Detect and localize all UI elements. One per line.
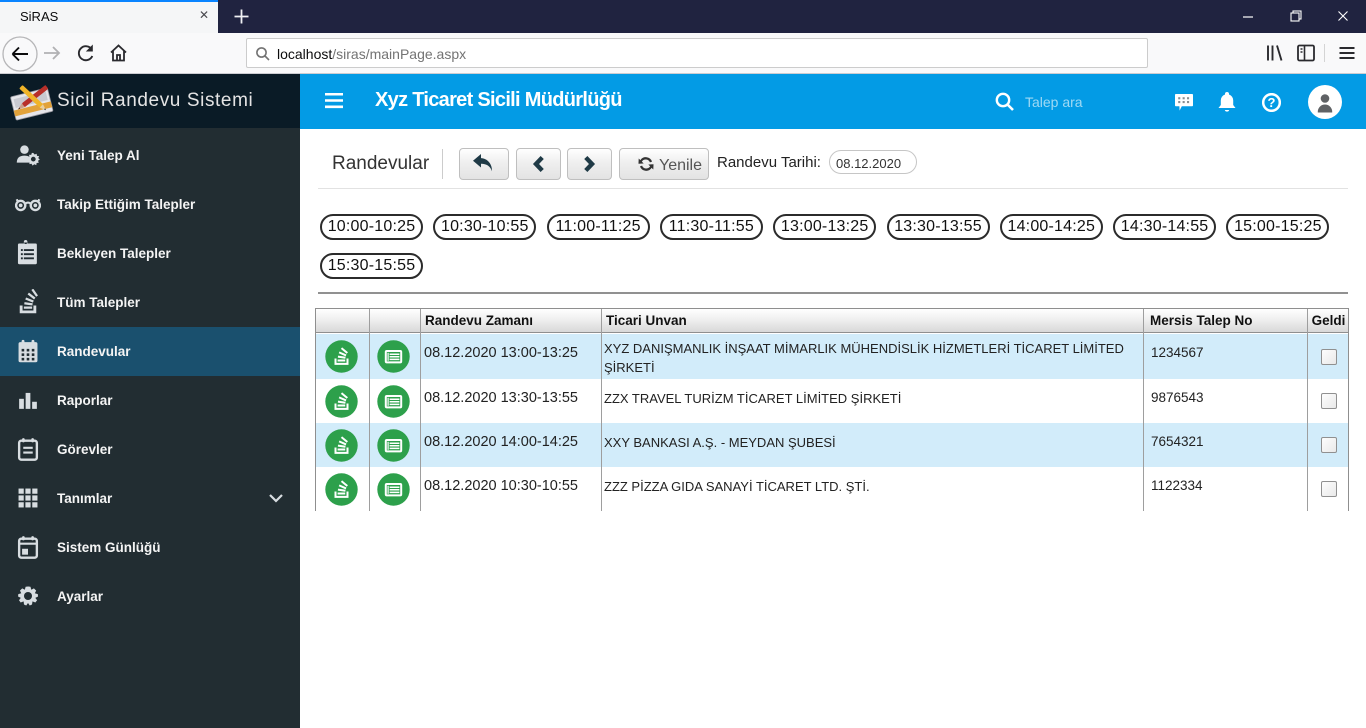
svg-text:?: ? (1268, 95, 1276, 110)
